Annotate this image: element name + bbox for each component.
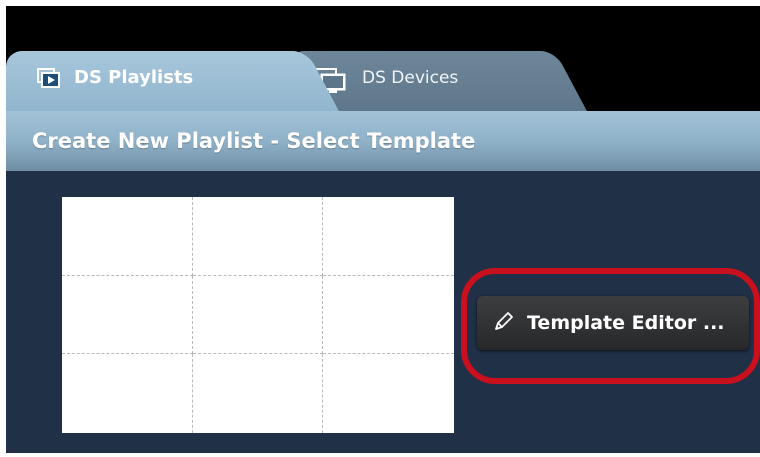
template-cell[interactable] [62,275,193,355]
pencil-icon [493,310,515,336]
section-header: Create New Playlist - Select Template [6,111,760,171]
template-cell[interactable] [193,354,324,433]
playlist-icon [36,67,64,95]
tab-label: DS Devices [362,68,459,88]
template-preview[interactable] [62,197,454,433]
template-cell[interactable] [323,354,454,433]
template-cell[interactable] [192,275,324,355]
template-editor-label: Template Editor ... [527,312,725,334]
tab-label: DS Playlists [74,67,194,88]
template-cell[interactable] [323,276,454,355]
template-cell[interactable] [62,354,193,433]
page-title: Create New Playlist - Select Template [32,129,476,153]
app-window: DS Playlists DS Devices Create New Playl… [6,6,760,453]
template-selection-panel: Template Editor ... [6,171,760,453]
template-cell[interactable] [192,197,324,276]
template-cell[interactable] [62,197,193,276]
tab-ds-playlists[interactable]: DS Playlists [6,51,298,115]
template-cell[interactable] [323,197,454,276]
template-editor-button[interactable]: Template Editor ... [477,296,749,350]
